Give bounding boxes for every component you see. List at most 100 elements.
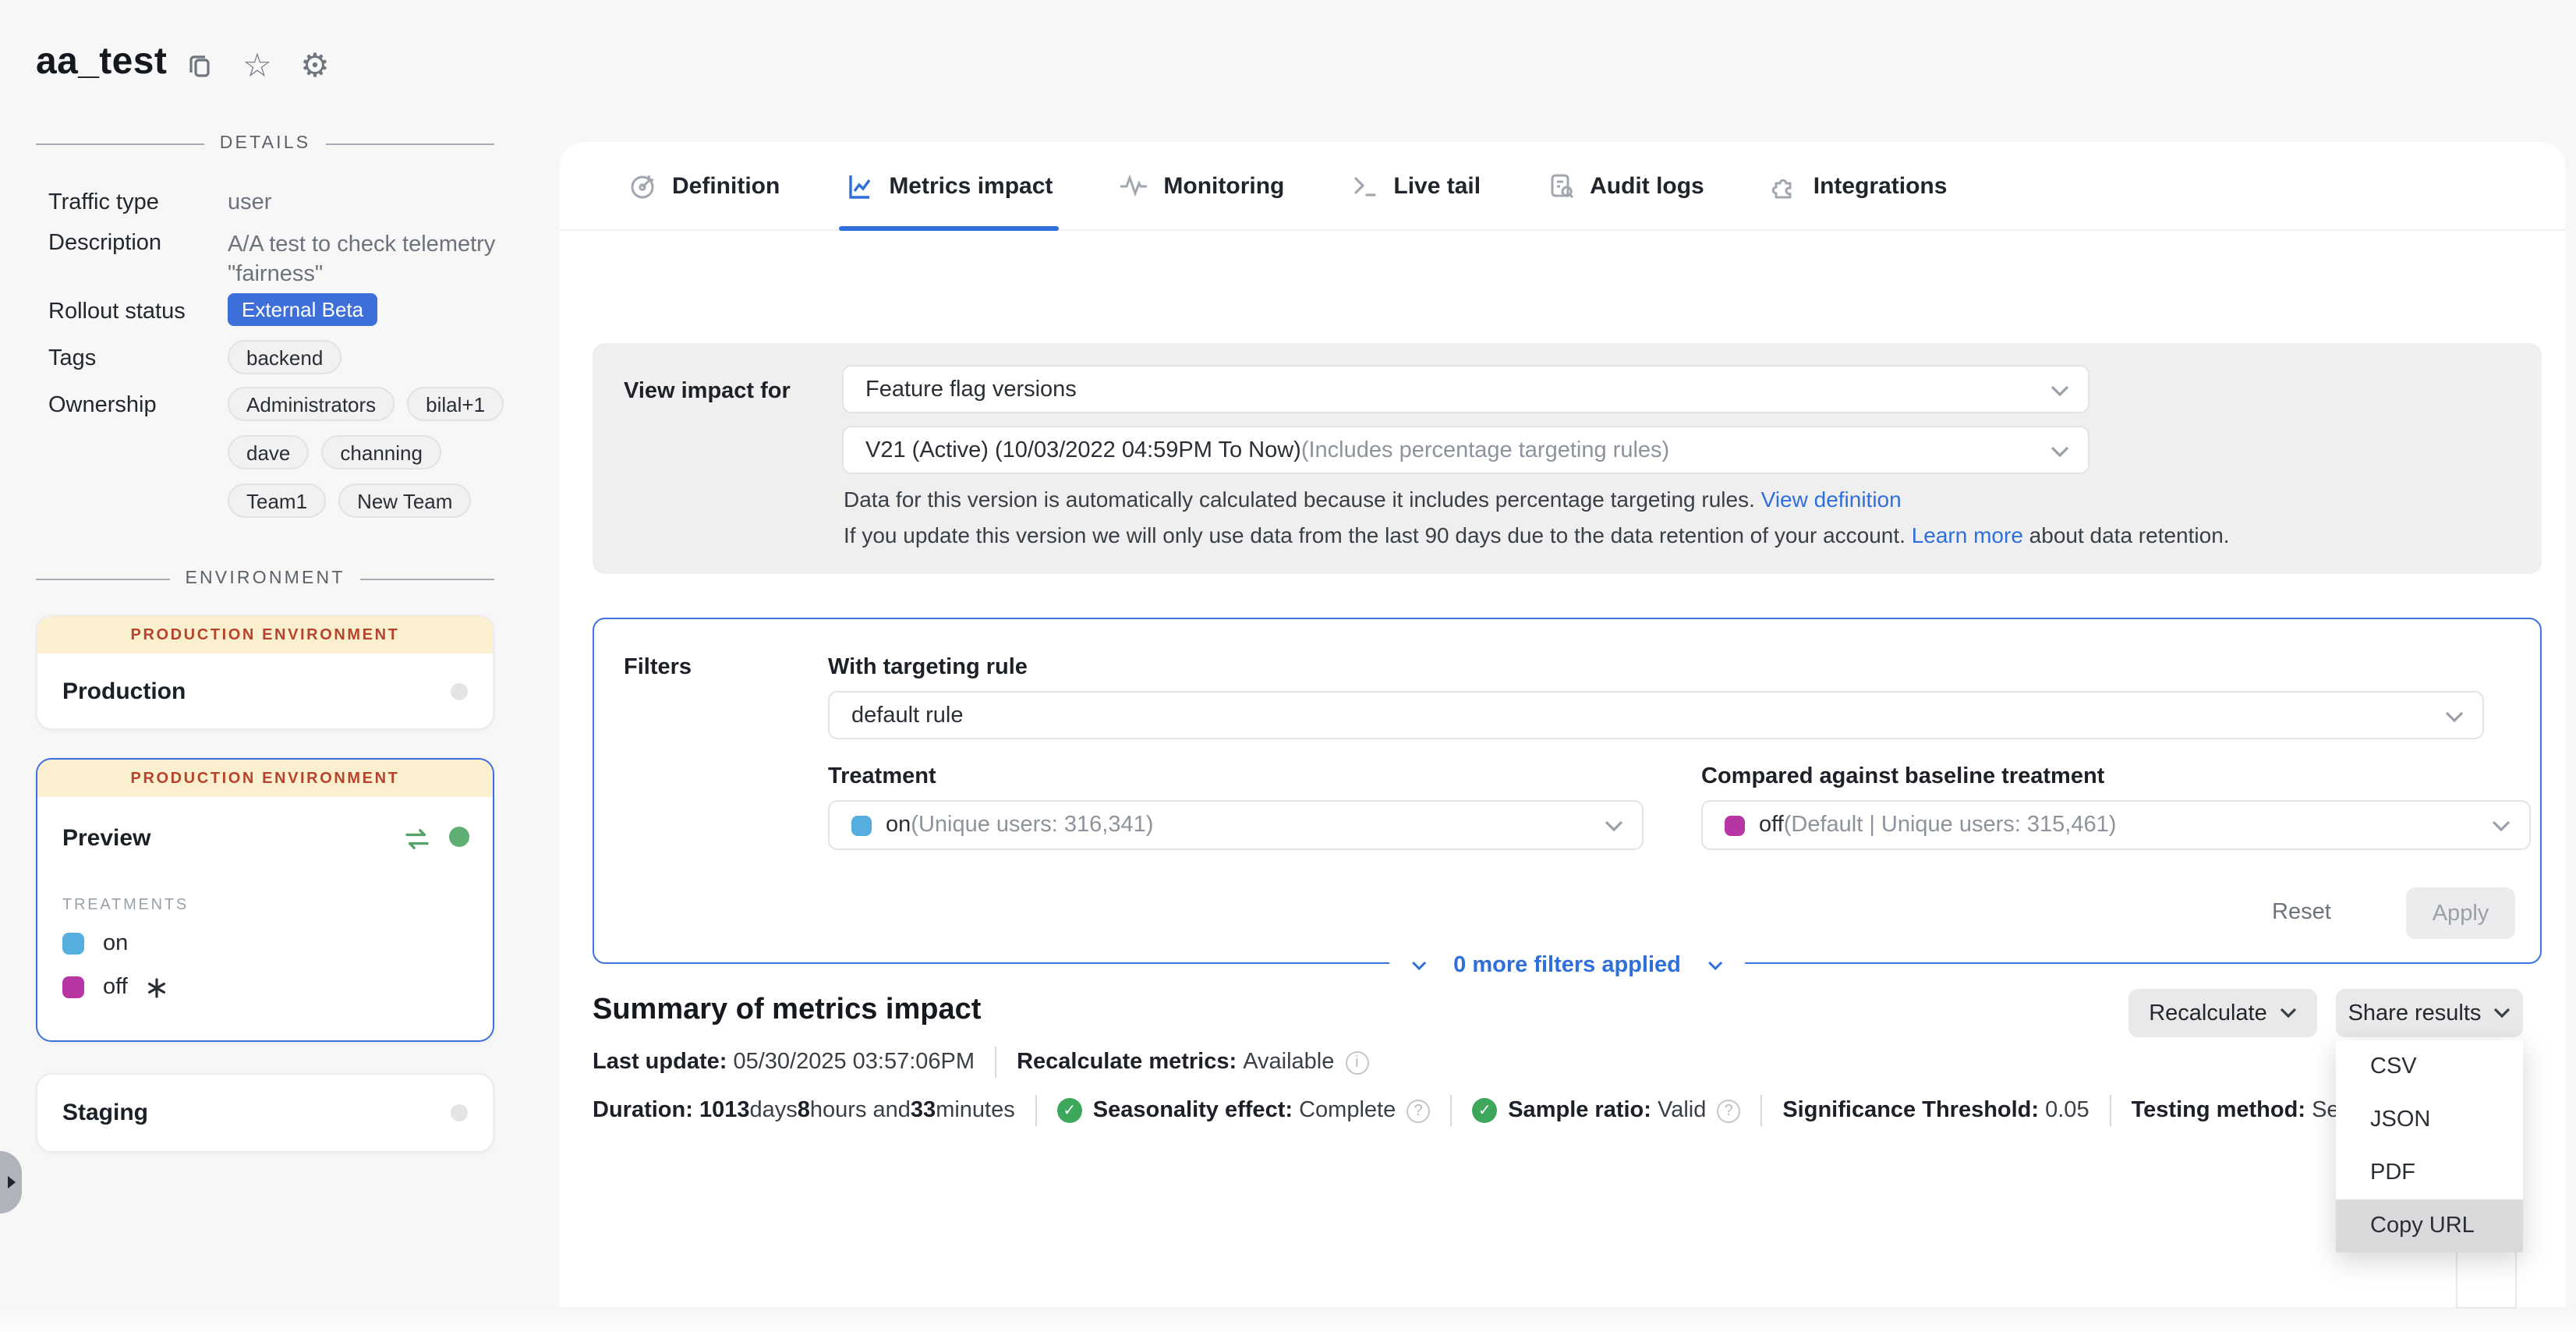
reset-button[interactable]: Reset	[2272, 900, 2331, 925]
chevron-down-icon	[2051, 438, 2069, 462]
app-root: aa_test ☆ ⚙ DETAILS Traffic type user De…	[0, 0, 2576, 1332]
rollout-status-badge[interactable]: External Beta	[228, 293, 377, 326]
description-value: A/A test to check telemetry "fairness"	[228, 231, 502, 290]
learn-more-link[interactable]: Learn more	[1912, 523, 2023, 547]
environment-name: Staging	[62, 1100, 148, 1126]
environment-card-preview[interactable]: PRODUCTION ENVIRONMENT Preview TREATMENT…	[36, 758, 494, 1042]
view-impact-panel: View impact for Feature flag versions V2…	[593, 343, 2542, 574]
chevron-down-icon	[1411, 961, 1427, 970]
treatments-header: TREATMENTS	[62, 897, 189, 914]
view-impact-label: View impact for	[624, 379, 791, 404]
terminal-icon	[1350, 172, 1379, 200]
description-label: Description	[48, 231, 161, 256]
status-dot	[449, 827, 469, 847]
details-header: DETAILS	[220, 134, 311, 153]
treatment-label: Treatment	[828, 764, 936, 789]
filters-title: Filters	[624, 655, 692, 680]
production-environment-banner: PRODUCTION ENVIRONMENT	[37, 760, 493, 797]
owner-chip[interactable]: Administrators	[228, 387, 395, 421]
environment-card-production[interactable]: PRODUCTION ENVIRONMENT Production	[36, 615, 494, 730]
tab-audit-logs[interactable]: Audit logs	[1546, 142, 1704, 229]
menu-item-csv[interactable]: CSV	[2336, 1040, 2523, 1093]
impact-scope-select[interactable]: Feature flag versions	[842, 365, 2089, 413]
chevron-down-icon	[1707, 961, 1723, 970]
chart-line-icon	[845, 171, 875, 200]
menu-item-copy-url[interactable]: Copy URL	[2336, 1199, 2523, 1252]
pulse-icon	[1118, 172, 1149, 200]
version-select[interactable]: V21 (Active) (10/03/2022 04:59PM To Now)…	[842, 426, 2089, 474]
ownership-label: Ownership	[48, 393, 157, 418]
baseline-select[interactable]: off (Default | Unique users: 315,461)	[1701, 800, 2531, 850]
owner-chip[interactable]: Team1	[228, 484, 326, 518]
view-definition-link[interactable]: View definition	[1761, 487, 1902, 512]
recalculate-button[interactable]: Recalculate	[2128, 989, 2317, 1037]
share-results-menu: CSV JSON PDF Copy URL	[2336, 1040, 2523, 1252]
treatment-select[interactable]: on (Unique users: 316,341)	[828, 800, 1644, 850]
chevron-down-icon	[2051, 377, 2069, 402]
details-divider: DETAILS	[36, 134, 494, 153]
version-note-line1: Data for this version is automatically c…	[844, 487, 1902, 512]
baseline-label: Compared against baseline treatment	[1701, 764, 2104, 789]
target-icon	[628, 171, 658, 200]
apply-button[interactable]: Apply	[2406, 887, 2515, 939]
environment-divider: ENVIRONMENT	[36, 569, 494, 588]
more-filters-toggle[interactable]: 0 more filters applied	[1389, 948, 1745, 983]
info-icon[interactable]: i	[1345, 1050, 1368, 1074]
check-icon: ✓	[1472, 1098, 1497, 1123]
traffic-type-value: user	[228, 190, 271, 215]
copy-icon[interactable]	[182, 48, 217, 83]
puzzle-icon	[1770, 171, 1799, 200]
version-note-line2: If you update this version we will only …	[844, 523, 2230, 547]
environment-name: Preview	[62, 825, 150, 852]
gear-icon[interactable]: ⚙	[298, 48, 332, 83]
targeting-rule-select[interactable]: default rule	[828, 691, 2484, 739]
default-treatment-icon	[147, 977, 167, 997]
owner-chip[interactable]: dave	[228, 435, 309, 469]
menu-item-json[interactable]: JSON	[2336, 1093, 2523, 1146]
swap-icon[interactable]	[404, 828, 430, 858]
chevron-down-icon	[2445, 703, 2464, 728]
tab-monitoring[interactable]: Monitoring	[1118, 142, 1284, 229]
star-icon[interactable]: ☆	[240, 48, 274, 83]
owner-chip[interactable]: channing	[321, 435, 441, 469]
rollout-status-label: Rollout status	[48, 299, 186, 324]
chevron-down-icon	[1605, 813, 1623, 838]
environment-name: Production	[62, 678, 186, 705]
treatment-color-on	[62, 933, 84, 955]
share-results-button[interactable]: Share results	[2336, 989, 2523, 1037]
tag-chip[interactable]: backend	[228, 340, 341, 374]
status-dot	[451, 1104, 468, 1121]
audit-log-icon	[1546, 171, 1576, 200]
tab-definition[interactable]: Definition	[628, 142, 780, 229]
menu-item-pdf[interactable]: PDF	[2336, 1146, 2523, 1199]
summary-meta-row-1: Last update: 05/30/2025 03:57:06PM Recal…	[593, 1047, 1368, 1078]
owner-chip[interactable]: New Team	[338, 484, 471, 518]
treatment-color-on	[851, 815, 872, 835]
filters-panel: Filters With targeting rule default rule…	[593, 618, 2542, 964]
chevron-down-icon	[2280, 1008, 2297, 1018]
treatment-color-off	[62, 976, 84, 998]
summary-title: Summary of metrics impact	[593, 994, 981, 1028]
treatment-color-off	[1725, 815, 1745, 835]
treatment-name: on	[103, 931, 128, 956]
chevron-down-icon	[2493, 1008, 2511, 1018]
tags-label: Tags	[48, 346, 96, 371]
environment-header: ENVIRONMENT	[185, 569, 345, 588]
chevron-down-icon	[2492, 813, 2511, 838]
tab-bar: Definition Metrics impact Monitoring Liv…	[560, 142, 2565, 231]
production-environment-banner: PRODUCTION ENVIRONMENT	[37, 616, 493, 654]
environment-card-staging[interactable]: Staging	[36, 1073, 494, 1153]
bottom-scroll-band	[0, 1307, 2576, 1332]
status-dot	[451, 683, 468, 700]
traffic-type-label: Traffic type	[48, 190, 159, 215]
summary-meta-row-2: Duration: 1013 days 8 hours and 33 minut…	[593, 1095, 2352, 1126]
tab-metrics-impact[interactable]: Metrics impact	[845, 142, 1053, 229]
tab-live-tail[interactable]: Live tail	[1350, 142, 1481, 229]
sidebar-collapse-handle[interactable]	[0, 1151, 22, 1213]
tab-integrations[interactable]: Integrations	[1770, 142, 1948, 229]
share-menu-footer	[2456, 1249, 2517, 1309]
help-icon[interactable]: ?	[1407, 1099, 1430, 1122]
page-title: aa_test	[36, 41, 167, 84]
help-icon[interactable]: ?	[1717, 1099, 1740, 1122]
owner-chip[interactable]: bilal+1	[407, 387, 504, 421]
